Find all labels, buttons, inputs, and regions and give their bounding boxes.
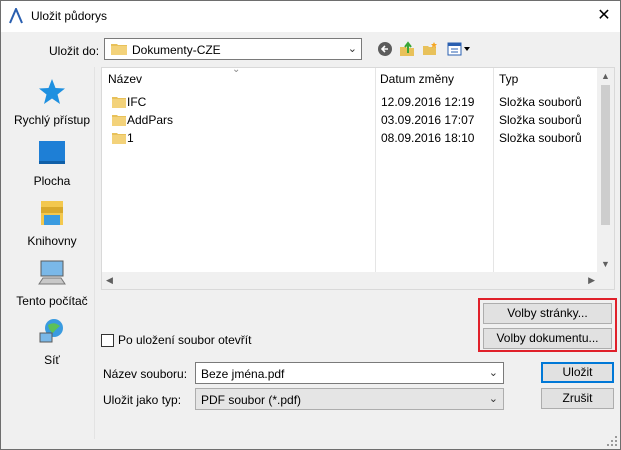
sort-indicator-icon: ⌄ bbox=[232, 64, 241, 75]
star-icon bbox=[39, 79, 65, 104]
item-date: 08.09.2016 18:10 bbox=[381, 131, 475, 145]
file-list[interactable]: ⌄ Název Datum změny Typ IFC 12.09.2016 1… bbox=[101, 64, 615, 290]
place-network[interactable]: Síť bbox=[5, 317, 99, 367]
title-bar: Uložit půdorys ✕ bbox=[1, 1, 620, 32]
save-in-combo[interactable]: Dokumenty-CZE ⌄ bbox=[104, 38, 362, 60]
folder-icon bbox=[112, 115, 126, 126]
filetype-label: Uložit jako typ: bbox=[103, 393, 182, 407]
list-item[interactable]: AddPars 03.09.2016 17:07 Složka souborů bbox=[102, 112, 599, 129]
document-options-button[interactable]: Volby dokumentu... bbox=[483, 328, 612, 349]
chevron-down-icon[interactable]: ⌄ bbox=[489, 392, 498, 405]
folder-icon bbox=[112, 133, 126, 144]
list-item[interactable]: 1 08.09.2016 18:10 Složka souborů bbox=[102, 130, 599, 147]
computer-icon bbox=[38, 260, 66, 285]
scroll-down-icon[interactable]: ▼ bbox=[601, 259, 610, 269]
filename-value: Beze jména.pdf bbox=[201, 367, 285, 381]
place-libraries[interactable]: Knihovny bbox=[5, 198, 99, 248]
place-desktop[interactable]: Plocha bbox=[5, 138, 99, 188]
desktop-icon bbox=[39, 141, 65, 164]
folder-icon bbox=[112, 97, 126, 108]
cancel-button[interactable]: Zrušit bbox=[541, 388, 614, 409]
scroll-right-icon[interactable]: ▶ bbox=[588, 275, 595, 286]
save-in-label: Uložit do: bbox=[49, 44, 100, 58]
close-button[interactable]: ✕ bbox=[592, 5, 616, 27]
scrollbar-corner bbox=[597, 272, 614, 289]
item-date: 03.09.2016 17:07 bbox=[381, 113, 475, 127]
place-label: Síť bbox=[44, 353, 60, 367]
item-date: 12.09.2016 12:19 bbox=[381, 95, 475, 109]
column-header-name[interactable]: Název bbox=[108, 72, 142, 86]
vertical-scrollbar[interactable]: ▲ ▼ bbox=[597, 68, 614, 272]
window-title: Uložit půdorys bbox=[31, 9, 108, 23]
open-after-save-label: Po uložení soubor otevřít bbox=[118, 333, 252, 347]
place-quick-access[interactable]: Rychlý přístup bbox=[5, 77, 99, 127]
item-name: IFC bbox=[127, 95, 147, 109]
save-button[interactable]: Uložit bbox=[541, 362, 614, 383]
page-options-button[interactable]: Volby stránky... bbox=[483, 303, 612, 324]
libraries-icon bbox=[41, 201, 63, 225]
scroll-up-icon[interactable]: ▲ bbox=[601, 71, 610, 81]
save-dialog: Uložit půdorys ✕ Uložit do: Dokumenty-CZ… bbox=[0, 0, 621, 450]
filename-combo[interactable]: Beze jména.pdf ⌄ bbox=[195, 362, 504, 384]
back-icon[interactable] bbox=[377, 41, 393, 57]
column-header-type[interactable]: Typ bbox=[499, 72, 518, 86]
network-icon bbox=[39, 319, 63, 343]
view-menu-icon[interactable] bbox=[447, 41, 473, 57]
chevron-down-icon: ⌄ bbox=[347, 43, 357, 55]
item-type: Složka souborů bbox=[499, 113, 582, 127]
open-after-save-checkbox[interactable] bbox=[101, 334, 114, 347]
resize-grip-icon[interactable] bbox=[607, 436, 617, 446]
archicad-app-icon bbox=[9, 8, 23, 24]
scroll-left-icon[interactable]: ◀ bbox=[106, 275, 113, 286]
place-label: Tento počítač bbox=[16, 294, 88, 308]
folder-icon bbox=[111, 44, 127, 55]
chevron-down-icon[interactable]: ⌄ bbox=[489, 366, 498, 379]
up-folder-icon[interactable] bbox=[399, 41, 415, 57]
place-label: Plocha bbox=[33, 174, 71, 188]
horizontal-scrollbar[interactable]: ◀ ▶ bbox=[102, 272, 599, 289]
places-bar: Rychlý přístup Plocha Knihovny Tento poč… bbox=[5, 67, 95, 439]
item-type: Složka souborů bbox=[499, 95, 582, 109]
filename-label: Název souboru: bbox=[103, 367, 188, 381]
item-type: Složka souborů bbox=[499, 131, 582, 145]
item-name: AddPars bbox=[127, 113, 174, 127]
filetype-combo[interactable]: PDF soubor (*.pdf) ⌄ bbox=[195, 388, 504, 410]
column-header-date[interactable]: Datum změny bbox=[380, 72, 454, 86]
item-name: 1 bbox=[127, 131, 134, 145]
place-label: Knihovny bbox=[27, 234, 77, 248]
place-label: Rychlý přístup bbox=[13, 113, 91, 127]
scroll-thumb[interactable] bbox=[601, 85, 610, 225]
place-this-pc[interactable]: Tento počítač bbox=[5, 258, 99, 308]
save-in-value: Dokumenty-CZE bbox=[132, 43, 221, 57]
list-item[interactable]: IFC 12.09.2016 12:19 Složka souborů bbox=[102, 94, 599, 111]
filetype-value: PDF soubor (*.pdf) bbox=[201, 393, 302, 407]
new-folder-icon[interactable] bbox=[422, 41, 438, 57]
